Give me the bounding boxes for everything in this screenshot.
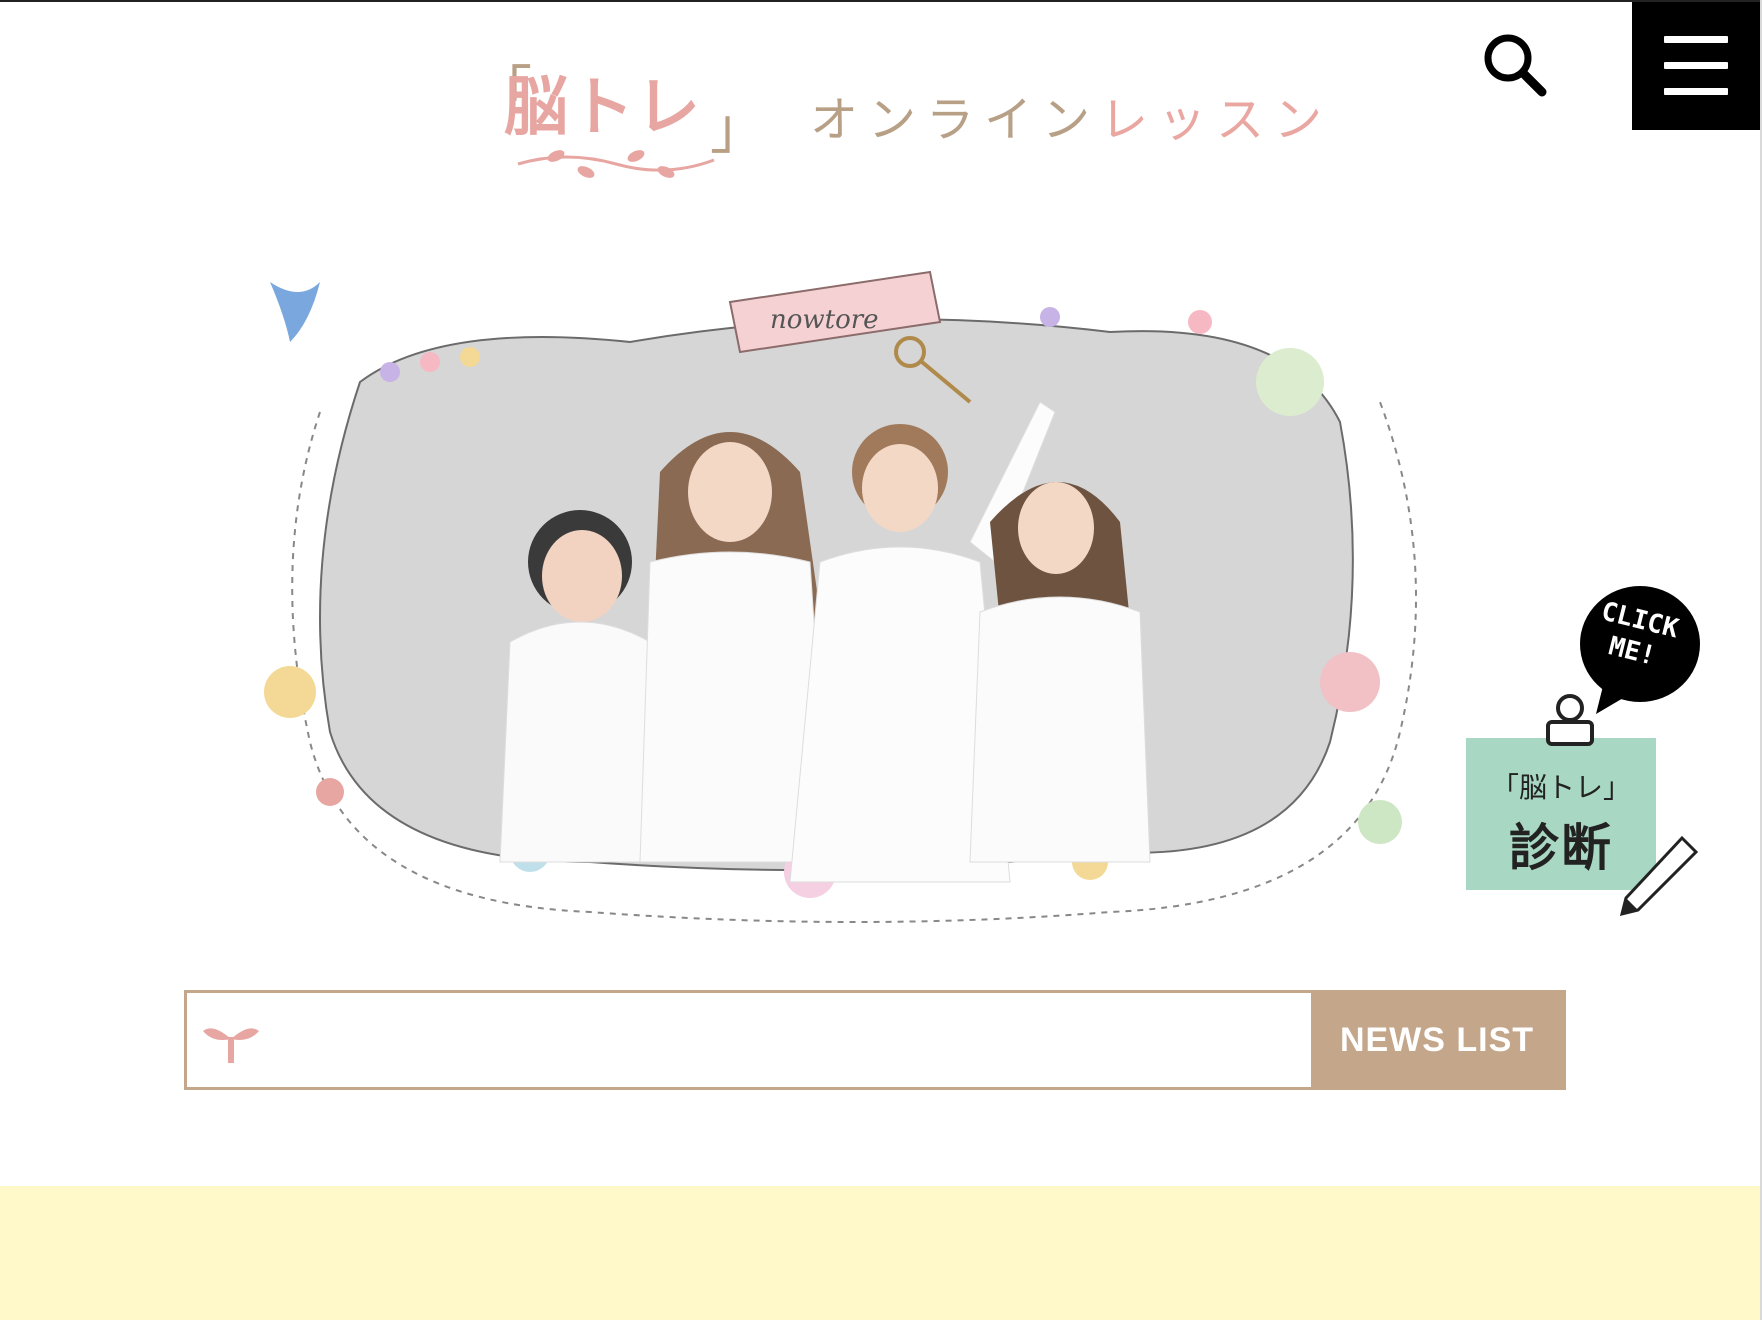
banner-text: nowtore (770, 305, 879, 335)
hero-illustration: nowtore (264, 270, 1417, 923)
pencil-icon (1619, 835, 1699, 917)
page: 「 脳トレ 」 オンラインレッスン nowtore CLICK ME! 「脳トレ… (0, 0, 1762, 1320)
search-button[interactable] (1478, 28, 1550, 100)
footer-band (0, 1186, 1760, 1320)
site-logo[interactable]: 「 脳トレ 」 オンラインレッスン (476, 62, 1322, 180)
news-ticker-field[interactable] (279, 1013, 1283, 1069)
logo-subtitle: オンラインレッスン (810, 96, 1332, 144)
menu-button[interactable] (1632, 2, 1760, 130)
hamburger-bar (1664, 36, 1728, 43)
logo-mark-text: 脳トレ (504, 71, 702, 145)
diagnosis-card-title: 「脳トレ」 (1490, 771, 1631, 804)
logo-subtitle-online: オンライン (810, 92, 1101, 148)
search-icon (1484, 34, 1547, 97)
logo-close-bracket: 」 (710, 97, 766, 162)
top-border (0, 0, 1762, 2)
news-list-button[interactable]: NEWS LIST (1311, 993, 1563, 1087)
logo-mark: 「 脳トレ 」 (476, 62, 766, 180)
hero-image: nowtore (210, 262, 1510, 942)
diagnosis-link[interactable]: CLICK ME! 「脳トレ」 診断 (1462, 582, 1700, 922)
news-bar: NEWS LIST (184, 990, 1566, 1090)
logo-subtitle-lesson: レッスン (1100, 92, 1333, 148)
hamburger-bar (1664, 62, 1728, 69)
sprout-icon (203, 1028, 259, 1063)
logo-vine-icon (517, 150, 715, 178)
hamburger-bar (1664, 88, 1728, 95)
binder-clip-icon (1546, 694, 1594, 746)
